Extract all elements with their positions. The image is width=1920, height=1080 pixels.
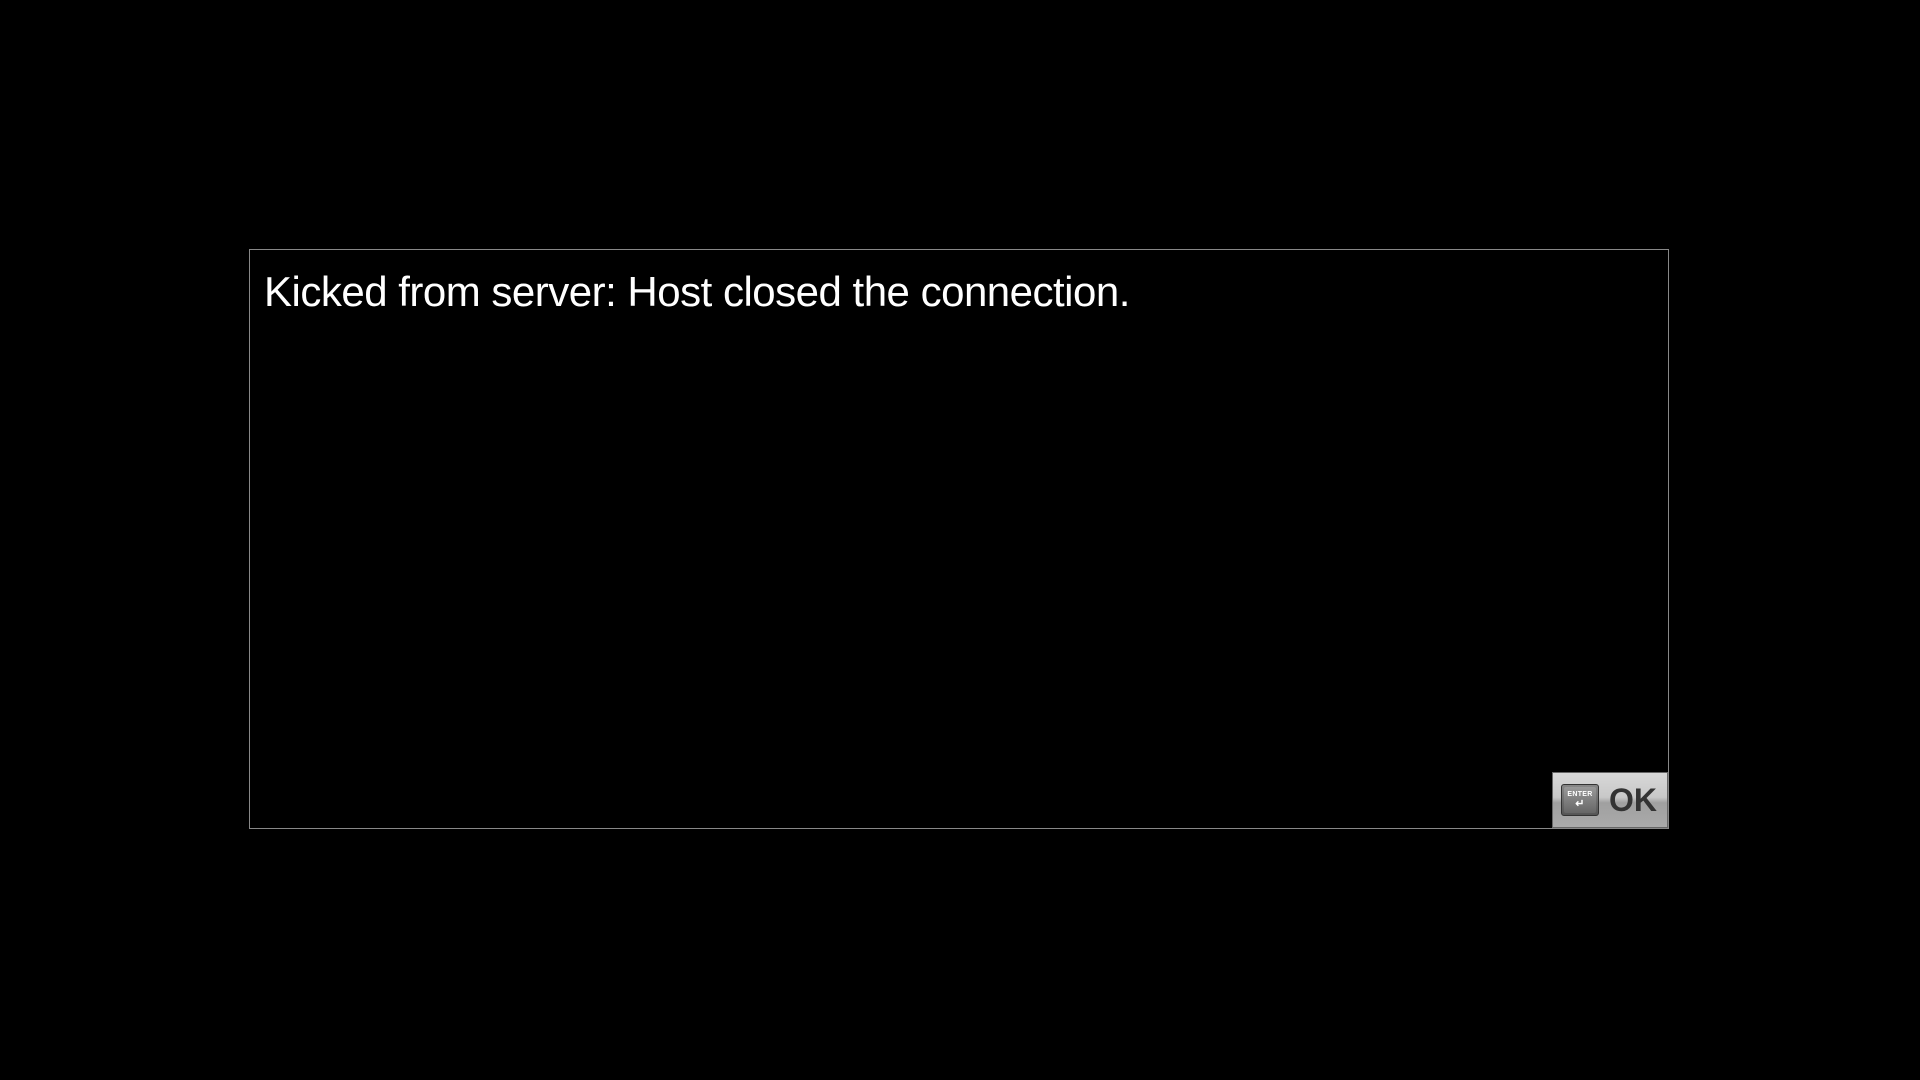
ok-button-label: OK [1609, 782, 1657, 819]
ok-button[interactable]: ENTER ↵ OK [1552, 772, 1668, 828]
enter-key-icon: ENTER ↵ [1561, 784, 1599, 816]
dialog-box: Kicked from server: Host closed the conn… [249, 249, 1669, 829]
dialog-message: Kicked from server: Host closed the conn… [250, 250, 1668, 334]
